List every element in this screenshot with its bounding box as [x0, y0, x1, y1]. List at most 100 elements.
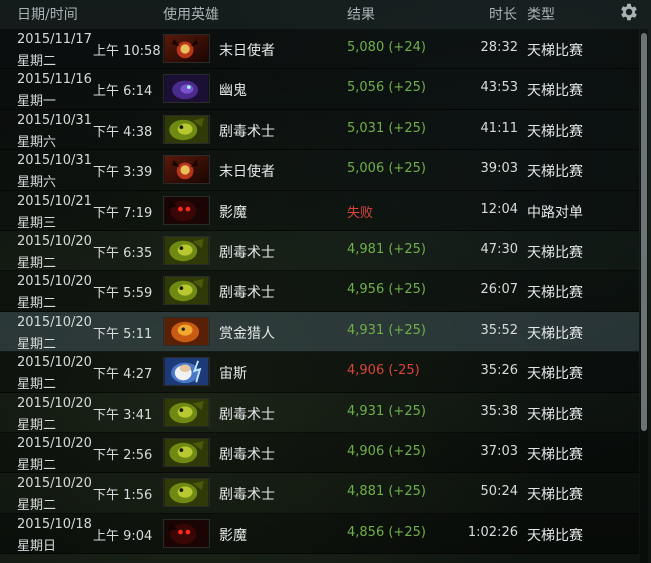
match-type: 天梯比赛	[527, 446, 583, 463]
gear-icon[interactable]	[618, 1, 640, 23]
match-time: 下午 6:35	[93, 245, 153, 261]
match-type: 天梯比赛	[527, 325, 583, 342]
match-duration: 41:11	[480, 120, 518, 136]
match-type: 天梯比赛	[527, 43, 583, 59]
match-type: 天梯比赛	[527, 487, 583, 504]
hero-name: 末日使者	[219, 164, 275, 181]
match-weekday: 星期二	[17, 255, 57, 271]
match-date: 2015/11/16	[17, 72, 92, 88]
match-row[interactable]: 2015/10/20 星期二 下午 3:41 剧毒术士 4,931 (+25) 35:38…	[0, 392, 639, 433]
match-date: 2015/10/20	[17, 274, 92, 290]
match-date: 2015/10/31	[17, 112, 92, 128]
match-row[interactable]: 2015/10/20 星期二 下午 5:59 剧毒术士 4,956 (+25) 26:07…	[0, 271, 639, 312]
match-time: 下午 5:11	[93, 326, 153, 342]
match-row[interactable]: 2015/10/20 星期二 下午 5:11 赏金猎人 4,931 (+25) 35:52…	[0, 311, 639, 353]
hero-name: 剧毒术士	[219, 244, 275, 261]
match-time: 下午 3:39	[93, 165, 153, 181]
match-row[interactable]: 2015/10/20 星期二 下午 2:56 剧毒术士 4,906 (+25) 37:03…	[0, 432, 639, 474]
match-duration: 1:02:26	[467, 524, 518, 540]
match-weekday: 星期二	[17, 336, 57, 352]
match-weekday: 星期三	[17, 215, 57, 231]
hero-name: 剧毒术士	[219, 285, 275, 302]
match-duration: 47:30	[480, 241, 518, 257]
match-row[interactable]: 2015/11/17 星期二 上午 10:58 末日使者 5,080 (+24) 28:3…	[0, 29, 639, 70]
match-row[interactable]: 2015/10/18 星期日 上午 9:04 影魔 4,856 (+25) 1:02:26…	[0, 513, 639, 555]
match-row[interactable]: 2015/10/31 星期六 下午 3:39 末日使者 5,006 (+25) 39:03…	[0, 150, 639, 191]
match-time: 下午 7:19	[93, 205, 153, 221]
header-duration[interactable]: 时长	[489, 4, 517, 24]
match-row[interactable]: 2015/10/20 星期二 下午 6:35 剧毒术士 4,981 (+25) 47:30…	[0, 230, 639, 272]
match-result: 4,931 (+25)	[347, 403, 426, 419]
match-duration: 12:04	[480, 201, 518, 217]
match-time: 下午 3:41	[93, 407, 153, 423]
table-header: 日期/时间 使用英雄 结果 时长 类型	[0, 0, 651, 28]
hero-name: 末日使者	[219, 43, 275, 59]
hero-name: 剧毒术士	[219, 406, 275, 423]
match-result: 4,956 (+25)	[347, 282, 426, 298]
match-type: 天梯比赛	[527, 83, 583, 100]
hero-portrait-icon	[163, 34, 210, 63]
match-date: 2015/10/18	[17, 516, 92, 532]
match-date: 2015/10/21	[17, 193, 92, 209]
match-row[interactable]: 2015/10/20 星期二 下午 4:27 宙斯 4,906 (-25) 35:26 天梯…	[0, 352, 639, 393]
match-duration: 43:53	[480, 80, 518, 96]
match-time: 下午 1:56	[93, 488, 153, 504]
match-type: 天梯比赛	[527, 164, 583, 181]
hero-portrait-icon	[163, 74, 210, 104]
match-weekday: 星期六	[17, 175, 57, 191]
match-time: 上午 9:04	[93, 528, 153, 544]
hero-name: 影魔	[219, 527, 247, 544]
match-type: 天梯比赛	[527, 366, 583, 383]
hero-name: 剧毒术士	[219, 487, 275, 504]
match-date: 2015/10/20	[17, 435, 92, 451]
match-date: 2015/10/20	[17, 476, 92, 492]
hero-portrait-icon	[163, 114, 210, 144]
match-time: 下午 4:38	[93, 124, 153, 140]
match-result: 失败	[347, 205, 374, 221]
match-date: 2015/10/20	[17, 355, 92, 371]
hero-portrait-icon	[163, 518, 210, 548]
match-result: 4,906 (-25)	[347, 363, 420, 379]
match-weekday: 星期一	[17, 94, 57, 110]
match-date: 2015/11/17	[17, 32, 92, 47]
match-duration: 50:24	[480, 484, 518, 500]
match-result: 5,056 (+25)	[347, 80, 426, 96]
hero-portrait-icon	[163, 357, 210, 387]
hero-portrait-icon	[163, 437, 210, 467]
header-result[interactable]: 结果	[347, 4, 375, 24]
match-date: 2015/10/31	[17, 153, 92, 169]
match-weekday: 星期二	[17, 457, 57, 473]
match-row[interactable]: 2015/10/31 星期六 下午 4:38 剧毒术士 5,031 (+25) 41:11…	[0, 109, 639, 151]
hero-name: 影魔	[219, 204, 247, 221]
match-result: 5,006 (+25)	[347, 161, 426, 177]
match-row[interactable]: 2015/10/21 星期三 下午 7:19 影魔 失败 12:04 中路对单	[0, 190, 639, 231]
header-date-time[interactable]: 日期/时间	[17, 4, 78, 24]
hero-name: 赏金猎人	[219, 325, 275, 342]
match-result: 4,981 (+25)	[347, 241, 426, 257]
match-result: 4,856 (+25)	[347, 524, 426, 540]
match-result: 4,931 (+25)	[347, 322, 426, 338]
match-duration: 37:03	[480, 443, 518, 459]
match-date: 2015/10/20	[17, 314, 92, 330]
match-weekday: 星期二	[17, 498, 57, 514]
match-time: 上午 10:58	[93, 44, 161, 59]
match-row[interactable]: 2015/10/20 星期二 下午 1:56 剧毒术士 4,881 (+25) 50:24…	[0, 473, 639, 514]
header-type[interactable]: 类型	[527, 4, 555, 24]
hero-name: 剧毒术士	[219, 123, 275, 140]
match-weekday: 星期二	[17, 54, 57, 69]
match-duration: 39:03	[480, 161, 518, 177]
match-time: 下午 2:56	[93, 447, 153, 463]
hero-portrait-icon	[163, 195, 210, 225]
match-duration: 35:38	[480, 403, 518, 419]
match-date: 2015/10/20	[17, 395, 92, 411]
scrollbar[interactable]	[640, 29, 648, 563]
match-weekday: 星期二	[17, 296, 57, 312]
match-weekday: 星期二	[17, 417, 57, 433]
header-hero[interactable]: 使用英雄	[163, 4, 219, 24]
scrollbar-thumb[interactable]	[641, 33, 647, 431]
match-weekday: 星期二	[17, 377, 57, 393]
match-type: 天梯比赛	[527, 123, 583, 140]
match-type: 天梯比赛	[527, 285, 583, 302]
match-row[interactable]: 2015/11/16 星期一 上午 6:14 幽鬼 5,056 (+25) 43:53 天梯…	[0, 69, 639, 110]
match-duration: 35:52	[480, 322, 518, 338]
